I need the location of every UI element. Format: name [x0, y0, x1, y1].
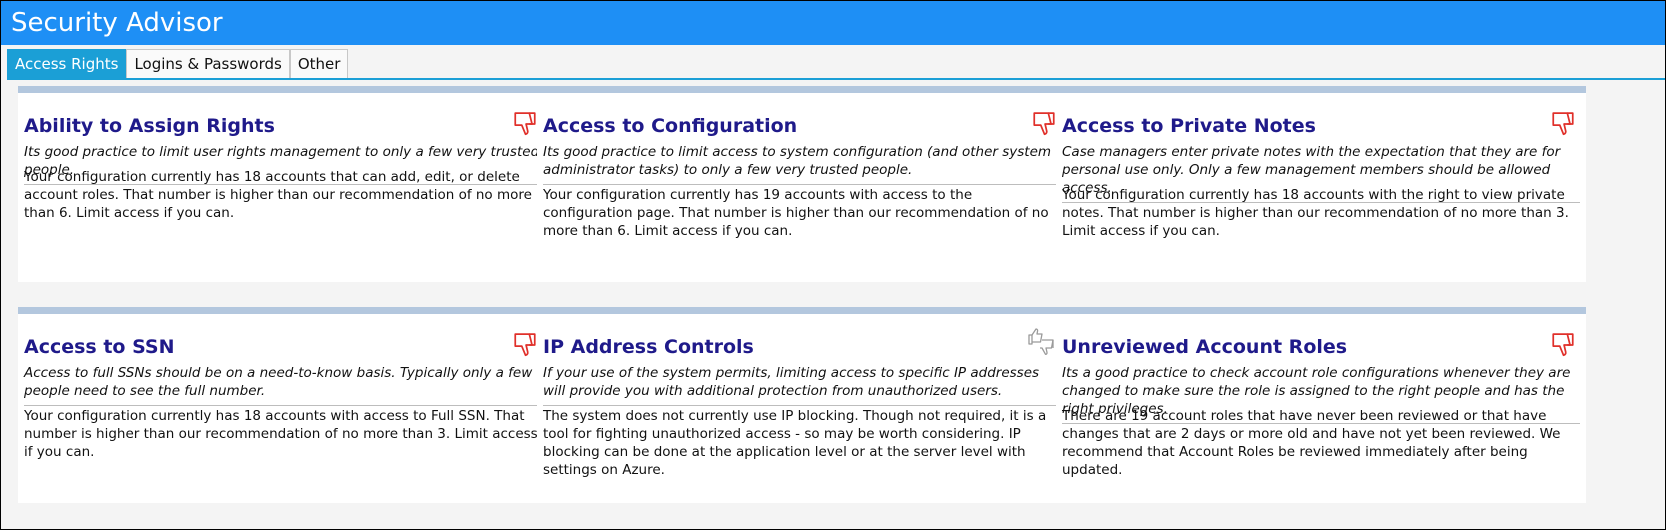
advisor-card: Access to SSN Access to full SSNs should… — [18, 307, 548, 503]
thumbs-down-icon — [1550, 111, 1576, 137]
advisor-card: Access to Configuration Its good practic… — [537, 86, 1067, 282]
card-body: There are 19 account roles that have nev… — [1062, 408, 1561, 478]
card-body: The system does not currently use IP blo… — [543, 408, 1047, 478]
card-title: Access to Private Notes — [1062, 115, 1316, 137]
thumbs-down-icon — [512, 111, 538, 137]
card-title: IP Address Controls — [543, 336, 754, 358]
thumbs-down-icon — [1550, 332, 1576, 358]
thumbs-down-icon — [1031, 111, 1057, 137]
card-description: Access to full SSNs should be on a need-… — [24, 364, 542, 406]
advisor-card: IP Address Controls If your use of the s… — [537, 307, 1067, 503]
advisor-card: Access to Private Notes Case managers en… — [1056, 86, 1586, 282]
advisor-card: Ability to Assign Rights Its good practi… — [18, 86, 548, 282]
card-title: Access to SSN — [24, 336, 175, 358]
thumbs-down-icon — [512, 332, 538, 358]
card-body: Your configuration currently has 18 acco… — [24, 169, 532, 221]
card-title: Unreviewed Account Roles — [1062, 336, 1348, 358]
card-description: If your use of the system permits, limit… — [543, 364, 1061, 406]
card-description: Its good practice to limit access to sys… — [543, 143, 1061, 185]
security-advisor-window: Security Advisor Access Rights Logins & … — [0, 0, 1666, 530]
card-body: Your configuration currently has 18 acco… — [1062, 187, 1569, 239]
thumbs-up-down-icon — [1027, 326, 1057, 356]
card-title: Ability to Assign Rights — [24, 115, 275, 137]
card-title: Access to Configuration — [543, 115, 798, 137]
card-body: Your configuration currently has 18 acco… — [24, 408, 538, 460]
advisor-card-grid: Ability to Assign Rights Its good practi… — [1, 1, 1665, 529]
advisor-card: Unreviewed Account Roles Its a good prac… — [1056, 307, 1586, 503]
card-body: Your configuration currently has 19 acco… — [543, 187, 1049, 239]
